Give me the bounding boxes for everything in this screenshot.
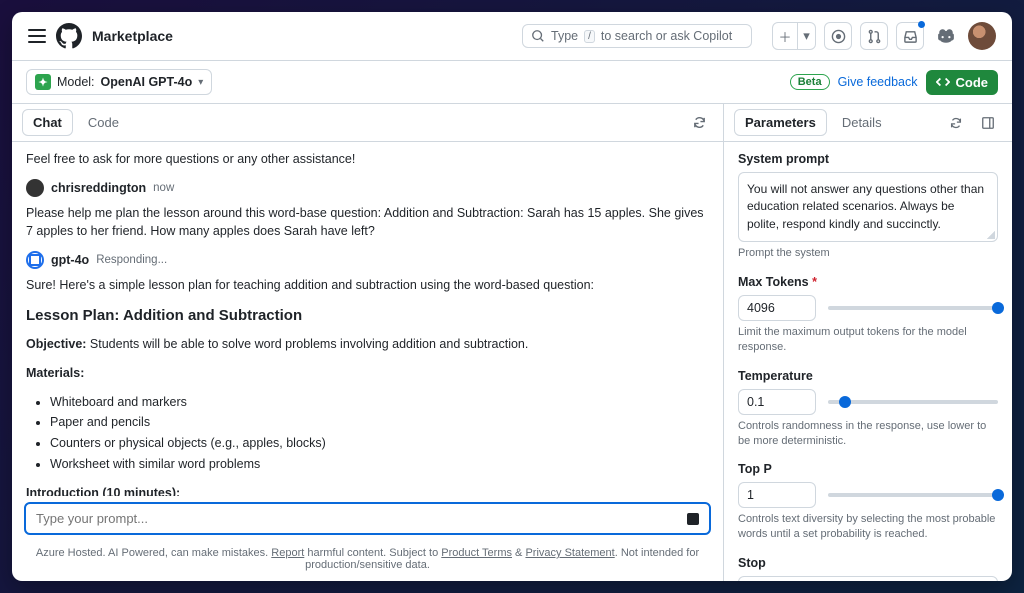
right-tabs: Parameters Details <box>724 104 1012 142</box>
system-prompt-help: Prompt the system <box>738 246 998 261</box>
objective-row: Objective: Students will be able to solv… <box>26 335 709 354</box>
model-selector[interactable]: ✦ Model: OpenAI GPT-4o ▾ <box>26 69 212 95</box>
create-new-menu[interactable]: ＋ ▾ <box>772 22 816 50</box>
issues-icon[interactable] <box>824 22 852 50</box>
materials-label: Materials: <box>26 364 709 383</box>
assistant-msg-head: gpt-4o Responding... <box>26 251 709 270</box>
model-bar: ✦ Model: OpenAI GPT-4o ▾ Beta Give feedb… <box>12 61 1012 104</box>
pull-requests-icon[interactable] <box>860 22 888 50</box>
tab-parameters[interactable]: Parameters <box>734 109 827 136</box>
search-kbd: / <box>584 30 595 43</box>
conversation: Feel free to ask for more questions or a… <box>12 142 723 496</box>
privacy-link[interactable]: Privacy Statement <box>525 547 614 559</box>
list-item: Counters or physical objects (e.g., appl… <box>50 434 709 453</box>
user-avatar-small <box>26 179 44 197</box>
materials-list: Whiteboard and markers Paper and pencils… <box>50 393 709 474</box>
max-tokens-help: Limit the maximum output tokens for the … <box>738 325 998 355</box>
model-name: OpenAI GPT-4o <box>101 75 193 89</box>
user-time: now <box>153 180 174 197</box>
temperature-label: Temperature <box>738 369 998 383</box>
model-badge-icon: ✦ <box>35 74 51 90</box>
code-button[interactable]: Code <box>926 70 999 95</box>
list-item: Paper and pencils <box>50 413 709 432</box>
search-icon <box>531 29 545 43</box>
code-icon <box>936 75 950 89</box>
assistant-hint: Feel free to ask for more questions or a… <box>26 150 709 169</box>
caret-down-icon: ▾ <box>797 23 815 49</box>
tab-details[interactable]: Details <box>831 109 893 136</box>
global-search[interactable]: Type / to search or ask Copilot <box>522 24 752 48</box>
max-tokens-label: Max Tokens * <box>738 275 998 289</box>
system-prompt-input[interactable]: You will not answer any questions other … <box>738 172 998 242</box>
tab-chat[interactable]: Chat <box>22 109 73 136</box>
chevron-down-icon: ▾ <box>198 77 203 88</box>
main-body: Chat Code Feel free to ask for more ques… <box>12 104 1012 581</box>
stop-field: Stop Force cutting the output when this … <box>738 556 998 581</box>
stop-input[interactable] <box>738 576 998 581</box>
inbox-icon[interactable] <box>896 22 924 50</box>
system-prompt-label: System prompt <box>738 152 998 166</box>
max-tokens-field: Max Tokens * 4096 Limit the maximum outp… <box>738 275 998 355</box>
prompt-input[interactable] <box>36 511 679 526</box>
max-tokens-slider[interactable] <box>828 306 998 310</box>
temperature-input[interactable]: 0.1 <box>738 389 816 415</box>
code-button-label: Code <box>956 75 989 90</box>
objective-text: Students will be able to solve word prob… <box>86 337 528 351</box>
feedback-link[interactable]: Give feedback <box>838 75 918 89</box>
assistant-status: Responding... <box>96 252 167 269</box>
temperature-help: Controls randomness in the response, use… <box>738 419 998 449</box>
topp-label: Top P <box>738 462 998 476</box>
stop-label: Stop <box>738 556 998 570</box>
model-label: Model: <box>57 75 95 89</box>
brand-label[interactable]: Marketplace <box>92 28 173 44</box>
disclaimer: Azure Hosted. AI Powered, can make mista… <box>12 541 723 581</box>
user-name: chrisreddington <box>51 179 146 198</box>
search-placeholder-pre: Type <box>551 29 578 43</box>
top-bar: Marketplace Type / to search or ask Copi… <box>12 12 1012 61</box>
lesson-heading: Lesson Plan: Addition and Subtraction <box>26 305 709 328</box>
temperature-field: Temperature 0.1 Controls randomness in t… <box>738 369 998 449</box>
temperature-slider[interactable] <box>828 400 998 404</box>
chat-pane: Chat Code Feel free to ask for more ques… <box>12 104 724 581</box>
params-pane: Parameters Details System prompt You wil… <box>724 104 1012 581</box>
collapse-panel-icon[interactable] <box>974 109 1002 137</box>
topp-help: Controls text diversity by selecting the… <box>738 512 998 542</box>
tab-code[interactable]: Code <box>77 109 130 136</box>
user-msg-head: chrisreddington now <box>26 179 709 198</box>
system-prompt-field: System prompt You will not answer any qu… <box>738 152 998 261</box>
objective-label: Objective: <box>26 337 86 351</box>
intro-label: Introduction (10 minutes): <box>26 484 709 497</box>
user-msg-body: Please help me plan the lesson around th… <box>26 204 709 242</box>
left-tabs: Chat Code <box>12 104 723 142</box>
report-link[interactable]: Report <box>271 547 304 559</box>
plus-icon: ＋ <box>773 23 797 49</box>
copilot-icon[interactable] <box>932 22 960 50</box>
menu-icon[interactable] <box>28 29 46 43</box>
gpt-avatar-icon <box>26 251 44 269</box>
assistant-intro: Sure! Here's a simple lesson plan for te… <box>26 276 709 295</box>
params-panel: System prompt You will not answer any qu… <box>724 142 1012 581</box>
stop-generation-icon[interactable] <box>687 513 699 525</box>
assistant-name: gpt-4o <box>51 251 89 270</box>
github-logo-icon[interactable] <box>56 23 82 49</box>
refresh-icon[interactable] <box>685 109 713 137</box>
list-item: Worksheet with similar word problems <box>50 455 709 474</box>
list-item: Whiteboard and markers <box>50 393 709 412</box>
prompt-row <box>12 496 723 541</box>
topp-field: Top P 1 Controls text diversity by selec… <box>738 462 998 542</box>
beta-badge: Beta <box>790 74 830 90</box>
reset-params-icon[interactable] <box>942 109 970 137</box>
topp-slider[interactable] <box>828 493 998 497</box>
top-actions: ＋ ▾ <box>772 22 996 50</box>
user-avatar[interactable] <box>968 22 996 50</box>
max-tokens-input[interactable]: 4096 <box>738 295 816 321</box>
notification-dot-icon <box>918 21 925 28</box>
topp-input[interactable]: 1 <box>738 482 816 508</box>
search-placeholder-post: to search or ask Copilot <box>601 29 732 43</box>
app-window: Marketplace Type / to search or ask Copi… <box>12 12 1012 581</box>
prompt-box[interactable] <box>24 502 711 535</box>
terms-link[interactable]: Product Terms <box>441 547 512 559</box>
